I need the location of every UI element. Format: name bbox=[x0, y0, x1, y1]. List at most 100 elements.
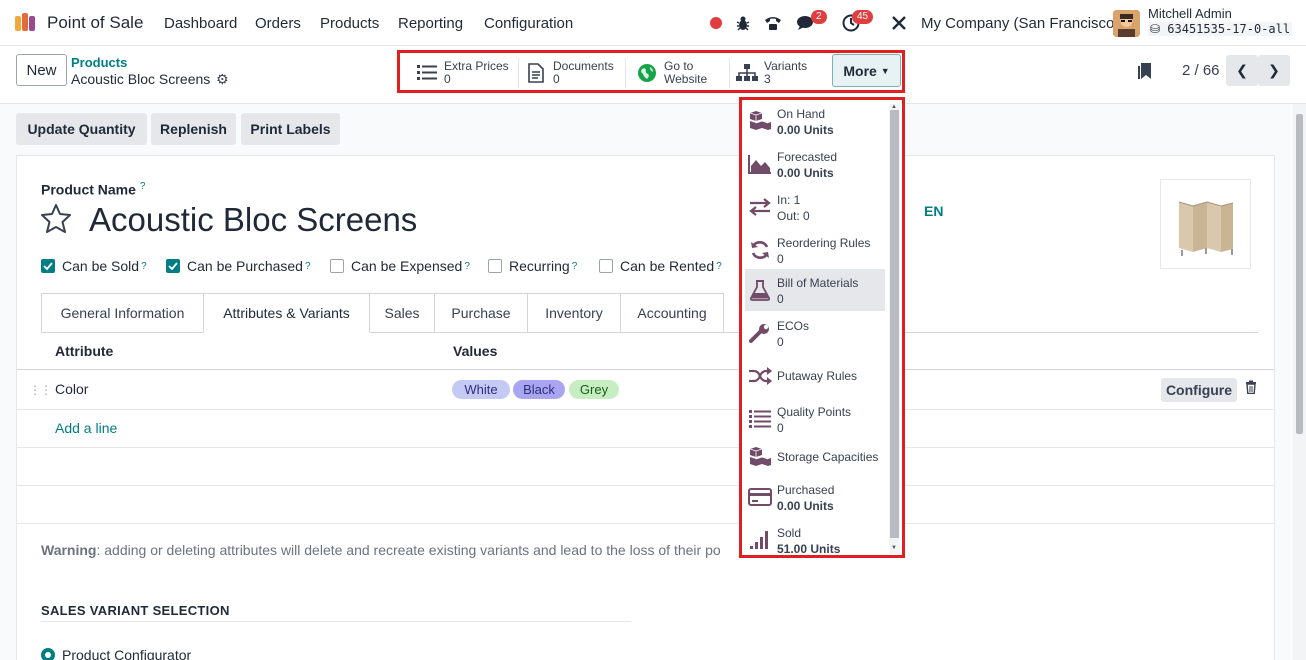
scrollbar-thumb[interactable] bbox=[1296, 114, 1303, 434]
bug-icon[interactable] bbox=[733, 13, 753, 33]
purchased-button[interactable]: Purchased 0.00 Units bbox=[745, 476, 885, 518]
tab-purchase[interactable]: Purchase bbox=[434, 293, 528, 332]
tab-general-information[interactable]: General Information bbox=[41, 293, 204, 332]
refresh-icon bbox=[747, 237, 773, 263]
tooltip-mark[interactable]: ? bbox=[716, 261, 722, 272]
attribute-name[interactable]: Color bbox=[55, 381, 88, 397]
value-pill[interactable]: Grey bbox=[569, 380, 619, 399]
checkbox-box bbox=[599, 259, 613, 273]
can-be-rented-label: Can be Rented bbox=[620, 258, 715, 274]
bookmark-icon[interactable] bbox=[1138, 62, 1152, 83]
trash-icon[interactable] bbox=[1245, 380, 1257, 397]
more-button[interactable]: More ▼ bbox=[832, 54, 901, 87]
user-avatar[interactable] bbox=[1113, 10, 1140, 37]
documents-button[interactable]: Documents 0 bbox=[525, 56, 614, 90]
column-attribute[interactable]: Attribute bbox=[55, 343, 113, 359]
replenish-button[interactable]: Replenish bbox=[151, 113, 236, 145]
menu-dashboard[interactable]: Dashboard bbox=[164, 15, 237, 32]
forecasted-button[interactable]: Forecasted 0.00 Units bbox=[745, 143, 885, 185]
reordering-rules-button[interactable]: Reordering Rules 0 bbox=[745, 229, 885, 271]
scroll-down-icon[interactable]: ▼ bbox=[891, 545, 897, 551]
tooltip-mark[interactable]: ? bbox=[464, 261, 470, 272]
column-values[interactable]: Values bbox=[453, 343, 497, 359]
menu-orders[interactable]: Orders bbox=[255, 15, 301, 32]
tooltip-mark[interactable]: ? bbox=[572, 261, 578, 272]
cubes-icon bbox=[747, 444, 773, 470]
next-record-button[interactable]: ❯ bbox=[1258, 55, 1290, 86]
value-pill[interactable]: Black bbox=[513, 380, 565, 399]
can-be-sold-checkbox[interactable]: Can be Sold? bbox=[41, 258, 147, 274]
print-labels-button[interactable]: Print Labels bbox=[241, 113, 340, 145]
product-configurator-radio[interactable]: Product Configurator bbox=[41, 647, 191, 660]
phone-icon[interactable] bbox=[763, 13, 783, 33]
radio-label: Product Configurator bbox=[62, 647, 192, 660]
product-image[interactable] bbox=[1160, 179, 1251, 269]
ecos-value: 0 bbox=[777, 335, 784, 349]
tooltip-mark[interactable]: ? bbox=[140, 181, 146, 192]
divider bbox=[41, 621, 631, 622]
document-icon bbox=[525, 62, 547, 84]
app-name[interactable]: Point of Sale bbox=[47, 13, 143, 33]
pager-value[interactable]: 2 / 66 bbox=[1182, 62, 1220, 79]
tab-accounting[interactable]: Accounting bbox=[620, 293, 724, 332]
value-pill[interactable]: White bbox=[452, 380, 510, 399]
putaway-rules-button[interactable]: Putaway Rules bbox=[745, 355, 885, 397]
divider bbox=[518, 58, 519, 88]
recurring-checkbox[interactable]: Recurring? bbox=[488, 258, 577, 274]
configure-button[interactable]: Configure bbox=[1161, 378, 1237, 402]
extra-prices-button[interactable]: Extra Prices 0 bbox=[416, 56, 509, 90]
page-scrollbar[interactable] bbox=[1293, 104, 1306, 660]
recording-dot-icon[interactable] bbox=[706, 13, 726, 33]
tooltip-mark[interactable]: ? bbox=[141, 261, 147, 272]
ecos-button[interactable]: ECOs 0 bbox=[745, 312, 885, 354]
breadcrumb-products[interactable]: Products bbox=[71, 55, 127, 70]
gear-icon[interactable]: ⚙ bbox=[216, 71, 229, 88]
tooltip-mark[interactable]: ? bbox=[305, 261, 311, 272]
go-to-website-button[interactable]: Go to Website bbox=[636, 56, 707, 90]
on-hand-button[interactable]: On Hand 0.00 Units bbox=[745, 100, 885, 142]
product-title[interactable]: Acoustic Bloc Screens bbox=[89, 201, 417, 239]
scrollbar-thumb[interactable] bbox=[890, 110, 899, 538]
menu-configuration[interactable]: Configuration bbox=[484, 15, 573, 32]
menu-products[interactable]: Products bbox=[320, 15, 379, 32]
can-be-rented-checkbox[interactable]: Can be Rented? bbox=[599, 258, 722, 274]
tab-inventory[interactable]: Inventory bbox=[527, 293, 621, 332]
quality-points-button[interactable]: Quality Points 0 bbox=[745, 398, 885, 440]
dropdown-scrollbar[interactable]: ▲ ▼ bbox=[889, 104, 900, 554]
storage-capacities-button[interactable]: Storage Capacities bbox=[745, 436, 885, 478]
variants-label: Variants bbox=[764, 59, 808, 73]
add-line-link[interactable]: Add a line bbox=[55, 420, 117, 436]
drag-handle-icon[interactable]: ⋮⋮ bbox=[29, 383, 52, 397]
variants-button[interactable]: Variants 3 bbox=[736, 56, 807, 90]
form-sheet: Product Name ? Acoustic Bloc Screens EN … bbox=[16, 155, 1275, 660]
tab-sales[interactable]: Sales bbox=[369, 293, 435, 332]
divider bbox=[625, 58, 626, 88]
attributes-table-header: Attribute Values bbox=[17, 332, 1274, 370]
can-be-expensed-label: Can be Expensed bbox=[351, 258, 463, 274]
tab-attributes-variants[interactable]: Attributes & Variants bbox=[203, 293, 370, 333]
table-row[interactable]: ⋮⋮ Color White Black Grey Configure bbox=[17, 370, 1274, 410]
favorite-star-icon[interactable] bbox=[40, 203, 72, 236]
list-icon bbox=[416, 62, 438, 84]
scroll-up-icon[interactable]: ▲ bbox=[891, 104, 897, 110]
sold-button[interactable]: Sold 51.00 Units bbox=[745, 519, 885, 555]
can-be-expensed-checkbox[interactable]: Can be Expensed? bbox=[330, 258, 470, 274]
company-switcher[interactable]: My Company (San Francisco) bbox=[921, 15, 1119, 32]
sold-label: Sold bbox=[777, 526, 802, 540]
menu-reporting[interactable]: Reporting bbox=[398, 15, 463, 32]
can-be-purchased-checkbox[interactable]: Can be Purchased? bbox=[166, 258, 311, 274]
app-logo-icon[interactable] bbox=[14, 12, 40, 32]
extra-prices-value: 0 bbox=[444, 72, 451, 86]
tools-icon[interactable] bbox=[889, 13, 909, 33]
update-quantity-button[interactable]: Update Quantity bbox=[16, 113, 147, 145]
language-toggle[interactable]: EN bbox=[924, 203, 943, 219]
control-panel: New Products Acoustic Bloc Screens ⚙ Ext… bbox=[0, 46, 1306, 104]
bill-of-materials-button[interactable]: Bill of Materials 0 bbox=[745, 269, 885, 311]
in-out-button[interactable]: In: 1 Out: 0 bbox=[745, 186, 885, 228]
activity-badge: 45 bbox=[852, 10, 874, 24]
user-name[interactable]: Mitchell Admin bbox=[1148, 6, 1232, 21]
forecasted-label: Forecasted bbox=[777, 150, 838, 164]
previous-record-button[interactable]: ❮ bbox=[1226, 55, 1258, 86]
bill-of-materials-label: Bill of Materials bbox=[777, 276, 859, 290]
new-button[interactable]: New bbox=[16, 54, 67, 86]
